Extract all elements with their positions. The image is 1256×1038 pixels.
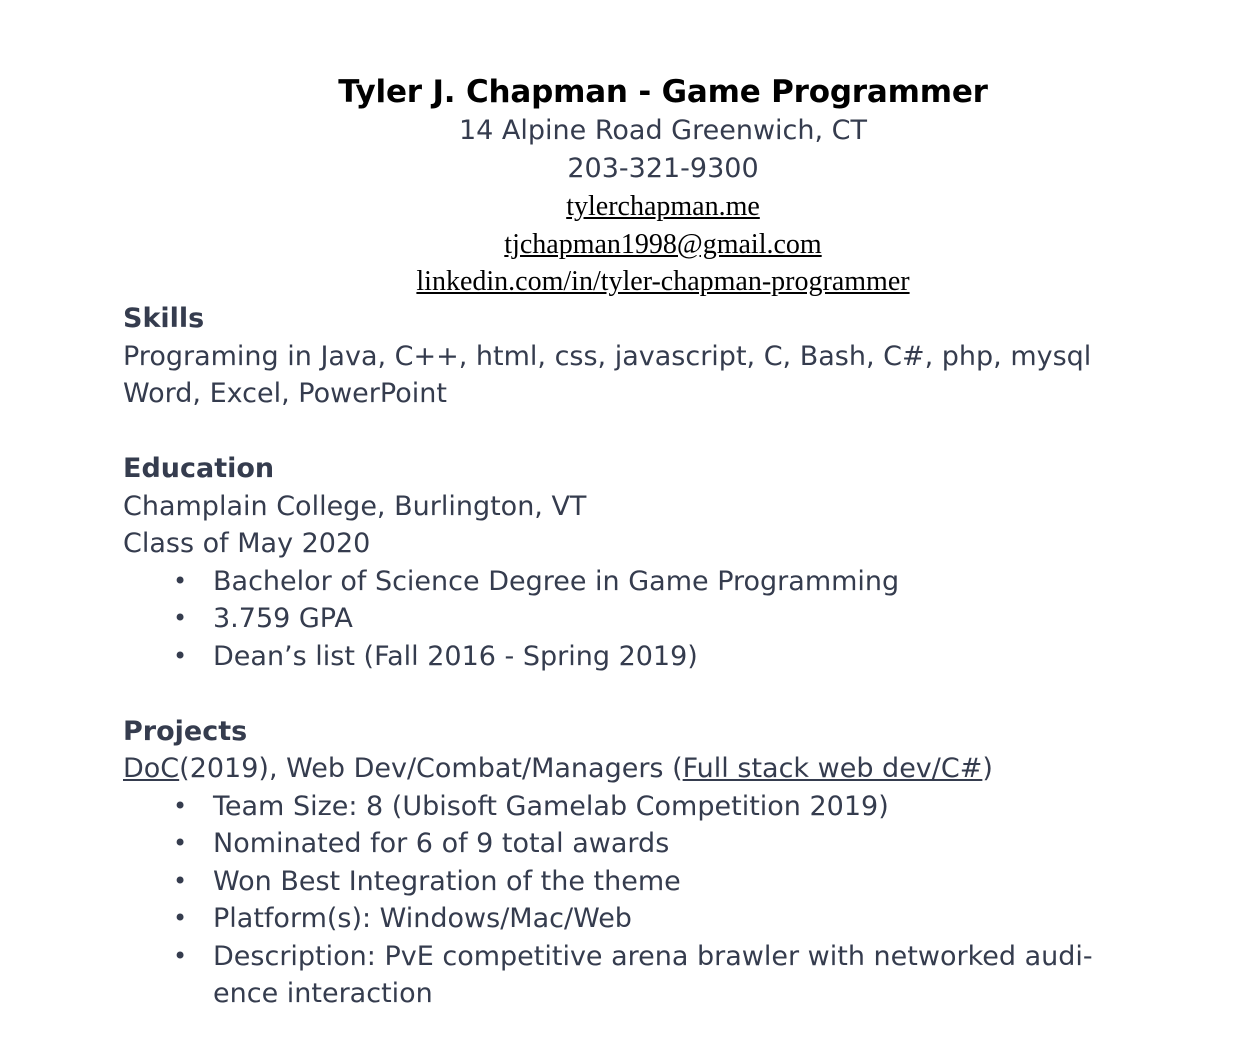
linkedin-link[interactable]: linkedin.com/in/tyler-chapman-programmer (0, 263, 1256, 301)
graduation-class: Class of May 2020 (123, 528, 371, 559)
email-link[interactable]: tjchapman1998@gmail.com (0, 226, 1256, 264)
project-doc-link[interactable]: DoC (123, 753, 179, 784)
list-item-text-continued: ence interaction (213, 978, 433, 1009)
skills-section: Skills Programing in Java, C++, html, cs… (123, 300, 1233, 413)
list-item-text: Platform(s): Windows/Mac/Web (213, 903, 632, 934)
projects-section: Projects DoC(2019), Web Dev/Combat/Manag… (123, 713, 1233, 1013)
project-title-line: DoC(2019), Web Dev/Combat/Managers (Full… (123, 750, 1233, 788)
education-bullet-list: • Bachelor of Science Degree in Game Prog… (123, 563, 1233, 676)
projects-heading: Projects (123, 715, 248, 747)
project-bullet-list: • Team Size: 8 (Ubisoft Gamelab Competiti… (123, 788, 1233, 1013)
bullet-icon: • (173, 604, 188, 632)
bullet-icon: • (173, 904, 188, 932)
school-name: Champlain College, Burlington, VT (123, 490, 587, 522)
phone-number: 203-321-9300 (567, 153, 759, 184)
resume-header: Tyler J. Chapman - Game Programmer 14 Al… (0, 72, 1256, 301)
website-link[interactable]: tylerchapman.me (0, 188, 1256, 226)
list-item: • Won Best Integration of the theme (123, 863, 1233, 901)
list-item: • Bachelor of Science Degree in Game Prog… (123, 563, 1233, 601)
list-item: • Description: PvE competitive arena braw… (123, 938, 1233, 1013)
skills-heading: Skills (123, 303, 205, 334)
address: 14 Alpine Road Greenwich, CT (458, 115, 867, 146)
list-item-text: 3.759 GPA (213, 603, 353, 634)
education-section: Education Champlain College, Burlington,… (123, 450, 1233, 675)
project-stack-link[interactable]: Full stack web dev/C# (683, 753, 983, 784)
resume-page: Tyler J. Chapman - Game Programmer 14 Al… (0, 0, 1256, 1038)
bullet-icon: • (173, 791, 188, 820)
bullet-icon: • (173, 641, 188, 670)
list-item-text: Description: PvE competitive arena brawl… (213, 940, 1093, 972)
list-item: • Dean’s list (Fall 2016 - Spring 2019) (123, 638, 1233, 676)
list-item: • Nominated for 6 of 9 total awards (123, 825, 1233, 863)
list-item: • 3.759 GPA (123, 600, 1233, 638)
resume-body: Skills Programing in Java, C++, html, cs… (123, 300, 1233, 1013)
list-item-text: Team Size: 8 (Ubisoft Gamelab Competitio… (213, 790, 889, 822)
list-item-text: Bachelor of Science Degree in Game Progr… (213, 565, 900, 597)
bullet-icon: • (173, 941, 188, 970)
project-details-end: ) (982, 753, 993, 784)
list-item-text: Nominated for 6 of 9 total awards (213, 828, 670, 859)
education-heading: Education (123, 453, 275, 484)
list-item-text: Won Best Integration of the theme (213, 865, 681, 897)
list-item-text: Dean’s list (Fall 2016 - Spring 2019) (213, 640, 698, 672)
skills-line: Programing in Java, C++, html, css, java… (123, 340, 1092, 372)
list-item: • Team Size: 8 (Ubisoft Gamelab Competiti… (123, 788, 1233, 826)
skills-line: Word, Excel, PowerPoint (123, 378, 447, 409)
bullet-icon: • (173, 566, 188, 595)
list-item: • Platform(s): Windows/Mac/Web (123, 900, 1233, 938)
project-details: (2019), Web Dev/Combat/Managers ( (179, 753, 683, 784)
bullet-icon: • (173, 866, 188, 895)
candidate-name: Tyler J. Chapman - Game Programmer (338, 74, 988, 110)
bullet-icon: • (173, 829, 188, 857)
